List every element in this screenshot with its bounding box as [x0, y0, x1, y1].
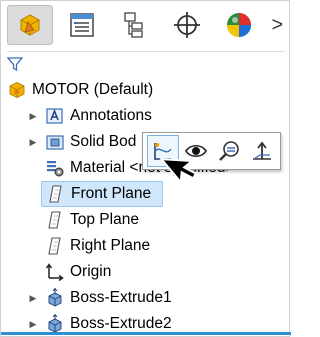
propertymanager-icon	[70, 13, 95, 37]
part-icon	[7, 80, 27, 100]
configurationmanager-icon	[124, 12, 144, 38]
plane-icon	[46, 184, 66, 204]
more-tabs-arrow[interactable]: >	[268, 5, 287, 45]
tree-item-label: Solid Bod	[70, 133, 137, 150]
tab-propertymanager[interactable]	[59, 5, 105, 45]
tree-item-boss-extrude1[interactable]: ▶ Boss-Extrude1	[27, 285, 172, 311]
dimxpert-crosshair-icon	[173, 12, 200, 38]
manager-tab-bar: >	[7, 3, 287, 47]
tree-item-annotations[interactable]: ▶ Annotations	[27, 103, 152, 129]
normal-to-button[interactable]	[246, 135, 278, 167]
tab-featuremanager[interactable]	[7, 5, 54, 45]
featuremanager-panel: > MOTOR (Default) ▶ Annotations ▶ Solid …	[0, 0, 291, 337]
tree-item-front-plane[interactable]: Front Plane	[41, 181, 163, 207]
origin-icon	[45, 262, 65, 282]
expand-arrow-icon[interactable]: ▶	[27, 318, 39, 330]
expand-arrow-icon[interactable]: ▶	[27, 292, 39, 304]
featuremanager-tree-icon	[20, 14, 40, 36]
panel-bottom-accent	[1, 332, 291, 335]
annotations-icon	[45, 106, 65, 126]
tree-item-right-plane[interactable]: Right Plane	[45, 233, 150, 259]
tree-item-origin[interactable]: Origin	[45, 259, 111, 285]
expand-arrow-icon[interactable]: ▶	[27, 136, 39, 148]
boss-extrude-icon	[45, 314, 65, 334]
tree-item-label: Right Plane	[70, 237, 151, 254]
tree-item-label: Annotations	[70, 107, 152, 124]
displaymanager-sphere-icon	[226, 13, 251, 37]
tree-item-top-plane[interactable]: Top Plane	[45, 207, 139, 233]
normal-to-icon	[253, 141, 271, 160]
material-icon	[45, 158, 65, 178]
filter-funnel-icon[interactable]	[7, 56, 23, 72]
tree-item-label: Top Plane	[70, 211, 139, 228]
plane-icon	[45, 236, 65, 256]
tab-displaymanager[interactable]	[216, 5, 262, 45]
tree-root-label: MOTOR (Default)	[32, 81, 154, 98]
tree-item-label: Origin	[70, 263, 112, 280]
solid-bodies-folder-icon	[45, 132, 65, 152]
zoom-selection-icon	[219, 141, 239, 161]
tree-item-solid-bodies[interactable]: ▶ Solid Bod	[27, 129, 137, 155]
tree-root-item[interactable]: MOTOR (Default)	[7, 77, 153, 103]
plane-icon	[45, 210, 65, 230]
zoom-to-selection-button[interactable]	[213, 135, 245, 167]
tree-item-label: Boss-Extrude1	[70, 289, 172, 306]
tab-dimxpertmanager[interactable]	[164, 5, 210, 45]
tree-item-label: Boss-Extrude2	[70, 315, 172, 332]
mouse-cursor-arrow-icon	[159, 157, 198, 185]
tree-filter-row	[7, 51, 285, 74]
tree-item-label: Front Plane	[71, 185, 152, 202]
expand-arrow-icon[interactable]: ▶	[27, 110, 39, 122]
tab-configurationmanager[interactable]	[111, 5, 157, 45]
boss-extrude-icon	[45, 288, 65, 308]
